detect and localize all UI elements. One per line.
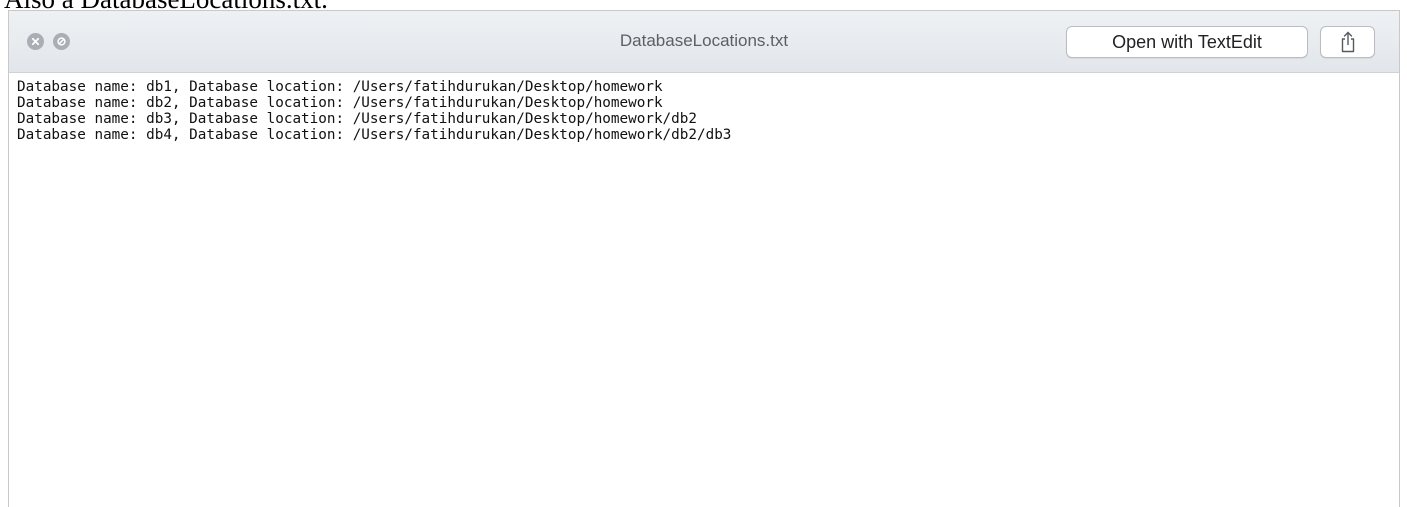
title-bar[interactable]: DatabaseLocations.txt Open with TextEdit bbox=[9, 11, 1399, 73]
open-with-textedit-button[interactable]: Open with TextEdit bbox=[1066, 26, 1308, 58]
file-line-3: Database name: db3, Database location: /… bbox=[17, 111, 697, 127]
file-line-2: Database name: db2, Database location: /… bbox=[17, 95, 663, 111]
close-button[interactable] bbox=[27, 33, 44, 50]
share-icon bbox=[1341, 31, 1354, 53]
minimize-icon bbox=[57, 37, 66, 46]
quicklook-window: DatabaseLocations.txt Open with TextEdit… bbox=[8, 10, 1400, 507]
file-content[interactable]: Database name: db1, Database location: /… bbox=[9, 73, 1399, 507]
share-button[interactable] bbox=[1320, 26, 1375, 58]
file-line-1: Database name: db1, Database location: /… bbox=[17, 79, 663, 95]
close-icon bbox=[31, 37, 40, 46]
file-line-4: Database name: db4, Database location: /… bbox=[17, 127, 732, 143]
page-caption: Also a DatabaseLocations.txt. bbox=[0, 0, 1407, 10]
no-entry-button[interactable] bbox=[53, 33, 70, 50]
caption-text: Also a DatabaseLocations.txt. bbox=[0, 0, 1407, 10]
